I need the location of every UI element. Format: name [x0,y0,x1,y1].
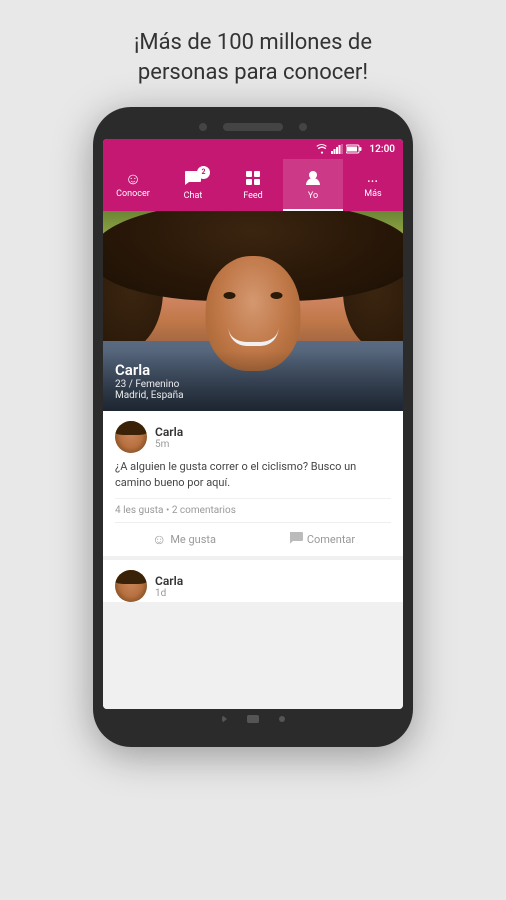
post-card-2: Carla 1d [103,560,403,602]
post-header-1: Carla 5m [115,421,391,453]
back-button[interactable] [222,715,227,723]
eye-left [224,292,236,299]
home-button[interactable] [247,715,259,723]
post-avatar-2 [115,570,147,602]
post-card-1: Carla 5m ¿A alguien le gusta correr o el… [103,411,403,556]
tab-yo-label: Yo [308,191,318,201]
tab-chat-label: Chat [184,191,203,201]
post-author-name-2: Carla [155,574,183,588]
tagline-line2: personas para conocer! [138,60,368,85]
tagline: ¡Más de 100 millones de personas para co… [94,0,412,107]
post-header-2: Carla 1d [115,570,391,602]
recents-button[interactable] [279,716,285,722]
profile-name: Carla [115,361,391,379]
phone-screen: 12:00 Conocer 2 Chat [103,139,403,709]
phone-top-bar [103,117,403,139]
post-text-1: ¿A alguien le gusta correr o el ciclismo… [115,459,391,490]
mas-icon [367,171,378,187]
comment-icon-1 [289,532,303,548]
post-likes-1: 4 les gusta [115,505,163,516]
eye-right [271,292,283,299]
profile-overlay: Carla 23 / Femenino Madrid, España [103,351,403,411]
feed-icon [245,170,261,189]
status-bar: 12:00 [103,139,403,159]
status-icons: 12:00 [316,144,395,155]
feed-content: Carla 5m ¿A alguien le gusta correr o el… [103,411,403,709]
post-time-2: 1d [155,588,183,599]
like-label-1: Me gusta [170,533,216,546]
yo-icon [305,170,321,189]
battery-icon [346,144,362,154]
comment-label-1: Comentar [307,533,355,546]
profile-hero: Carla 23 / Femenino Madrid, España [103,211,403,411]
tagline-line1: ¡Más de 100 millones de [134,30,372,55]
avatar-hair-2 [115,570,147,584]
post-comments-1: 2 comentarios [172,505,236,516]
profile-age-gender: 23 / Femenino [115,379,391,390]
speaker-grill [223,123,283,131]
post-avatar-1 [115,421,147,453]
post-author-info-1: Carla 5m [155,425,183,450]
tab-mas[interactable]: Más [343,159,403,211]
tab-chat[interactable]: 2 Chat [163,159,223,211]
tab-mas-label: Más [364,189,381,199]
chat-icon: 2 [184,170,202,189]
conocer-icon [125,171,141,187]
camera-dot-2 [299,123,307,131]
smile [228,328,278,346]
post-actions-1: ☺ Me gusta Comentar [115,522,391,556]
profile-location: Madrid, España [115,390,391,401]
phone-device: 12:00 Conocer 2 Chat [93,107,413,747]
phone-bottom-bar [103,709,403,729]
tab-feed[interactable]: Feed [223,159,283,211]
comment-button-1[interactable]: Comentar [253,523,391,556]
tab-conocer-label: Conocer [116,189,150,199]
signal-icon [331,144,343,154]
post-author-info-2: Carla 1d [155,574,183,599]
like-icon-1: ☺ [152,531,166,548]
like-button-1[interactable]: ☺ Me gusta [115,523,253,556]
tab-conocer[interactable]: Conocer [103,159,163,211]
avatar-hair-1 [115,421,147,435]
nav-tabs: Conocer 2 Chat [103,159,403,211]
tab-feed-label: Feed [243,191,263,201]
post-author-name-1: Carla [155,425,183,439]
camera-dot [199,123,207,131]
post-time-1: 5m [155,439,183,450]
tab-yo[interactable]: Yo [283,159,343,211]
wifi-icon [316,144,328,154]
chat-badge: 2 [197,166,210,179]
post-stats-1: 4 les gusta • 2 comentarios [115,498,391,522]
status-time: 12:00 [369,144,395,155]
